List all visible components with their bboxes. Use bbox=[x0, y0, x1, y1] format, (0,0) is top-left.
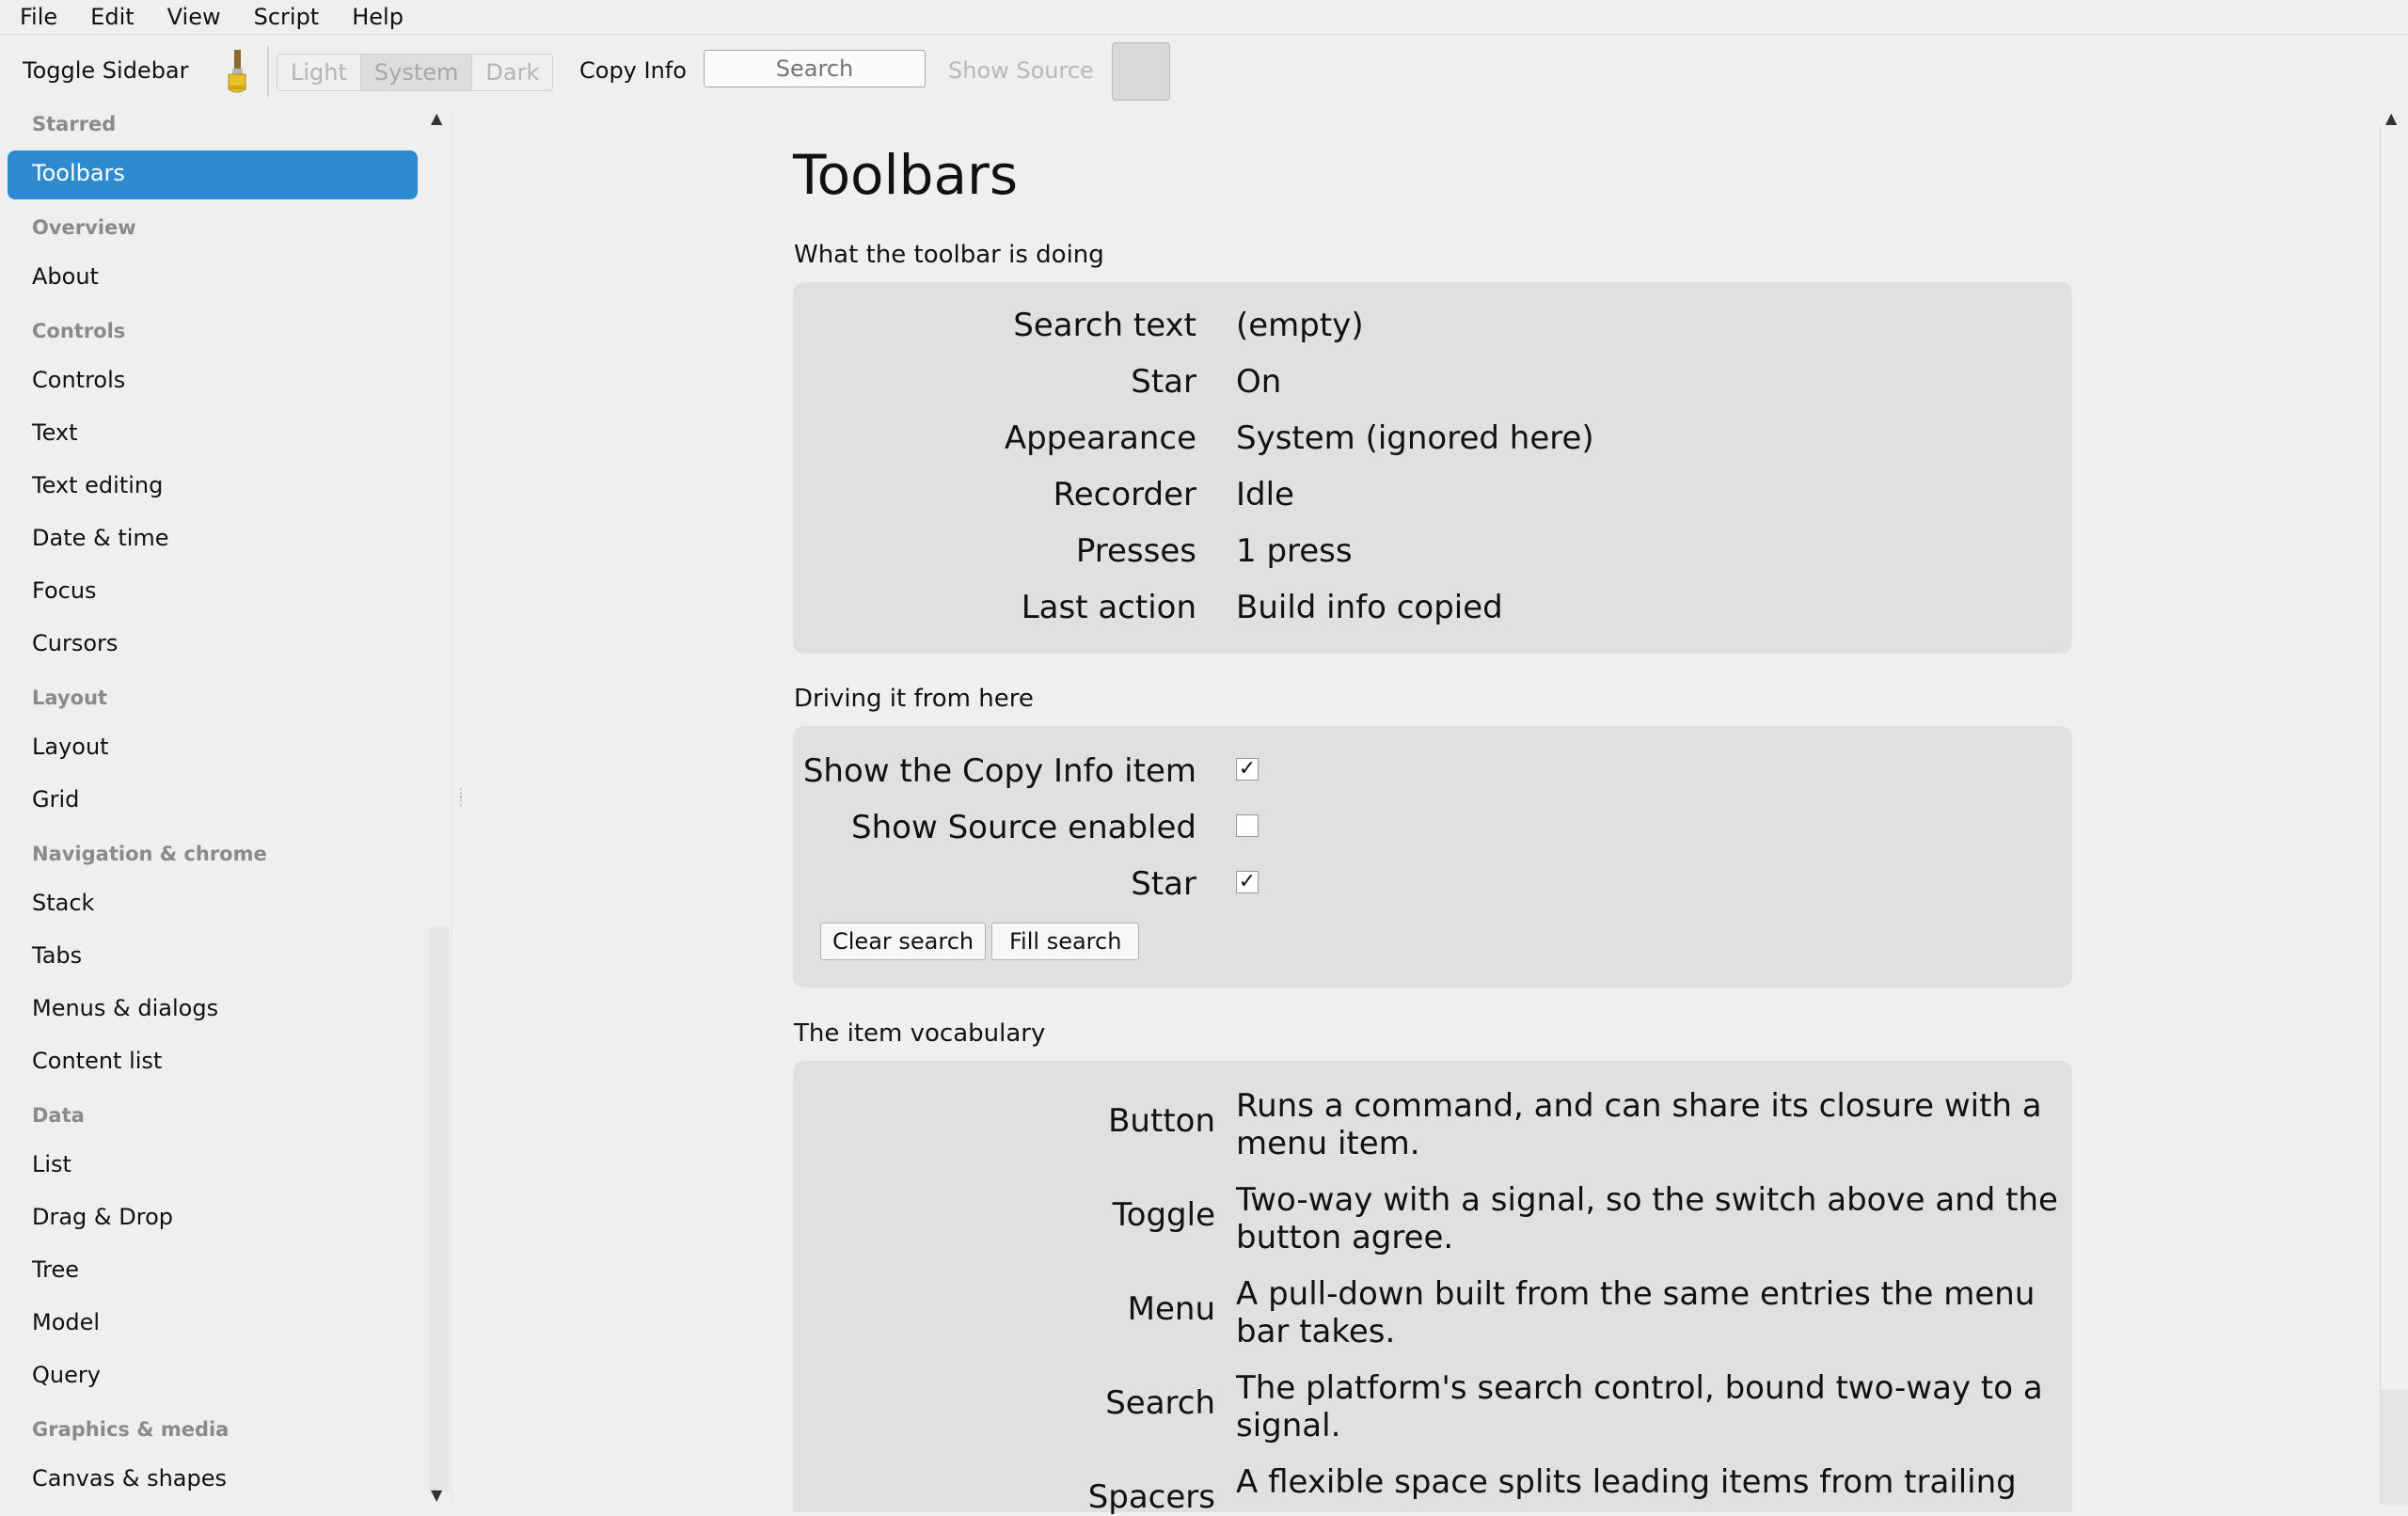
scroll-down-arrow-icon[interactable]: ▼ bbox=[431, 1486, 442, 1504]
sidebar-section-starred: Starred bbox=[32, 113, 117, 135]
paintbrush-icon[interactable] bbox=[222, 48, 252, 97]
status-label-star: Star bbox=[1131, 363, 1196, 401]
star-checkbox[interactable]: ✓ bbox=[1236, 871, 1259, 893]
vocab-desc-menu: A pull-down built from the same entries … bbox=[1236, 1275, 2036, 1350]
sidebar-section-controls: Controls bbox=[32, 320, 126, 342]
main-scroll-thumb[interactable] bbox=[2381, 1390, 2408, 1505]
status-label-last-action: Last action bbox=[1021, 589, 1196, 626]
sidebar-item-cursors[interactable]: Cursors bbox=[32, 630, 118, 656]
fill-search-button[interactable]: Fill search bbox=[991, 923, 1140, 960]
status-card: Search text (empty) Star On Appearance S… bbox=[793, 282, 2072, 654]
sidebar-scrollbar[interactable]: ▲ ▼ bbox=[425, 109, 452, 1505]
sidebar-item-toolbars[interactable]: Toolbars bbox=[8, 150, 418, 199]
copy-info-button[interactable]: Copy Info bbox=[579, 57, 687, 84]
status-value-search-text: (empty) bbox=[1236, 307, 1364, 344]
vocab-term-search: Search bbox=[1105, 1384, 1215, 1422]
vocab-desc-button: Runs a command, and can share its closur… bbox=[1236, 1087, 2042, 1162]
toggle-sidebar-button[interactable]: Toggle Sidebar bbox=[23, 57, 189, 84]
sidebar-section-overview: Overview bbox=[32, 216, 136, 239]
show-copy-info-label: Show the Copy Info item bbox=[802, 752, 1196, 790]
sidebar-item-menus-dialogs[interactable]: Menus & dialogs bbox=[32, 995, 218, 1021]
show-source-enabled-checkbox[interactable] bbox=[1236, 814, 1259, 837]
vocab-desc-toggle: Two-way with a signal, so the switch abo… bbox=[1236, 1181, 2058, 1256]
sidebar-item-model[interactable]: Model bbox=[32, 1309, 100, 1335]
sidebar-section-layout: Layout bbox=[32, 687, 108, 709]
sidebar-section-graphics: Graphics & media bbox=[32, 1418, 230, 1441]
sidebar-item-list[interactable]: List bbox=[32, 1151, 71, 1177]
drive-card: Show the Copy Info item ✓ Show Source en… bbox=[793, 726, 2072, 987]
toolbar-separator bbox=[267, 46, 269, 97]
status-value-presses: 1 press bbox=[1236, 532, 1353, 570]
toolbar: Toggle Sidebar Light System Dark Copy In… bbox=[0, 35, 2408, 108]
sidebar-item-label: Toolbars bbox=[32, 160, 125, 186]
menu-edit[interactable]: Edit bbox=[71, 1, 147, 33]
vocab-desc-spacers: A flexible space splits leading items fr… bbox=[1236, 1463, 2017, 1501]
vocab-term-toggle: Toggle bbox=[1112, 1196, 1215, 1234]
status-label-presses: Presses bbox=[1075, 532, 1196, 570]
appearance-light[interactable]: Light bbox=[277, 54, 361, 91]
star-label: Star bbox=[1131, 865, 1196, 903]
sidebar-section-navigation: Navigation & chrome bbox=[32, 843, 267, 865]
menu-file[interactable]: File bbox=[0, 1, 71, 33]
splitter-grip-icon[interactable]: ⋮ ⋮ bbox=[454, 787, 467, 808]
appearance-dark[interactable]: Dark bbox=[472, 54, 554, 91]
menu-view[interactable]: View bbox=[148, 1, 234, 33]
show-source-enabled-label: Show Source enabled bbox=[851, 809, 1196, 846]
sidebar-item-stack[interactable]: Stack bbox=[32, 890, 94, 916]
status-caption: What the toolbar is doing bbox=[794, 241, 1104, 269]
show-source-button[interactable]: Show Source bbox=[948, 57, 1094, 84]
sidebar-item-content-list[interactable]: Content list bbox=[32, 1048, 162, 1074]
sidebar-item-grid[interactable]: Grid bbox=[32, 786, 79, 813]
drive-caption: Driving it from here bbox=[794, 685, 1034, 713]
status-label-search-text: Search text bbox=[1013, 307, 1196, 344]
page-title: Toolbars bbox=[793, 143, 1019, 207]
vocab-caption: The item vocabulary bbox=[794, 1019, 1046, 1048]
sidebar-item-tabs[interactable]: Tabs bbox=[32, 942, 82, 969]
appearance-system[interactable]: System bbox=[360, 54, 473, 91]
main-scroll-track bbox=[2380, 127, 2381, 1505]
status-label-appearance: Appearance bbox=[1004, 419, 1196, 457]
status-value-recorder: Idle bbox=[1236, 476, 1294, 513]
sidebar-item-canvas-shapes[interactable]: Canvas & shapes bbox=[32, 1465, 227, 1492]
sidebar-item-about[interactable]: About bbox=[32, 263, 99, 290]
main-scroll-up-arrow-icon[interactable]: ▲ bbox=[2385, 109, 2397, 127]
sidebar-item-query[interactable]: Query bbox=[32, 1362, 101, 1388]
scroll-up-arrow-icon[interactable]: ▲ bbox=[431, 109, 442, 127]
vocab-term-menu: Menu bbox=[1127, 1290, 1215, 1328]
main-scrollbar[interactable]: ▲ bbox=[2378, 109, 2408, 1505]
status-value-appearance: System (ignored here) bbox=[1236, 419, 1594, 457]
sidebar-item-controls[interactable]: Controls bbox=[32, 367, 125, 393]
sidebar-scroll-track[interactable] bbox=[429, 927, 450, 1492]
sidebar-item-layout[interactable]: Layout bbox=[32, 734, 109, 760]
vocab-term-spacers: Spacers bbox=[1087, 1478, 1215, 1516]
sidebar-item-date-time[interactable]: Date & time bbox=[32, 525, 169, 551]
show-copy-info-checkbox[interactable]: ✓ bbox=[1236, 758, 1259, 781]
sidebar-item-focus[interactable]: Focus bbox=[32, 577, 97, 604]
vocab-desc-search: The platform's search control, bound two… bbox=[1236, 1369, 2043, 1445]
clear-search-button[interactable]: Clear search bbox=[820, 923, 987, 960]
sidebar-item-drag-drop[interactable]: Drag & Drop bbox=[32, 1204, 173, 1230]
sidebar-item-text[interactable]: Text bbox=[32, 419, 78, 446]
sidebar-item-text-editing[interactable]: Text editing bbox=[32, 472, 163, 498]
appearance-segmented-control: Light System Dark bbox=[277, 54, 554, 91]
sidebar: Starred Toolbars Overview About Controls… bbox=[0, 109, 425, 1505]
menu-help[interactable]: Help bbox=[332, 1, 417, 33]
status-value-last-action: Build info copied bbox=[1236, 589, 1503, 626]
star-toggle-button[interactable] bbox=[1112, 42, 1170, 101]
status-value-star: On bbox=[1236, 363, 1282, 401]
search-input[interactable] bbox=[704, 50, 926, 87]
sidebar-section-data: Data bbox=[32, 1104, 85, 1127]
menu-bar: File Edit View Script Help bbox=[0, 0, 2408, 35]
sidebar-item-tree[interactable]: Tree bbox=[32, 1256, 79, 1283]
menu-script[interactable]: Script bbox=[234, 1, 333, 33]
vocab-term-button: Button bbox=[1108, 1102, 1215, 1140]
vocab-card: Button Runs a command, and can share its… bbox=[793, 1061, 2072, 1516]
status-label-recorder: Recorder bbox=[1053, 476, 1196, 513]
